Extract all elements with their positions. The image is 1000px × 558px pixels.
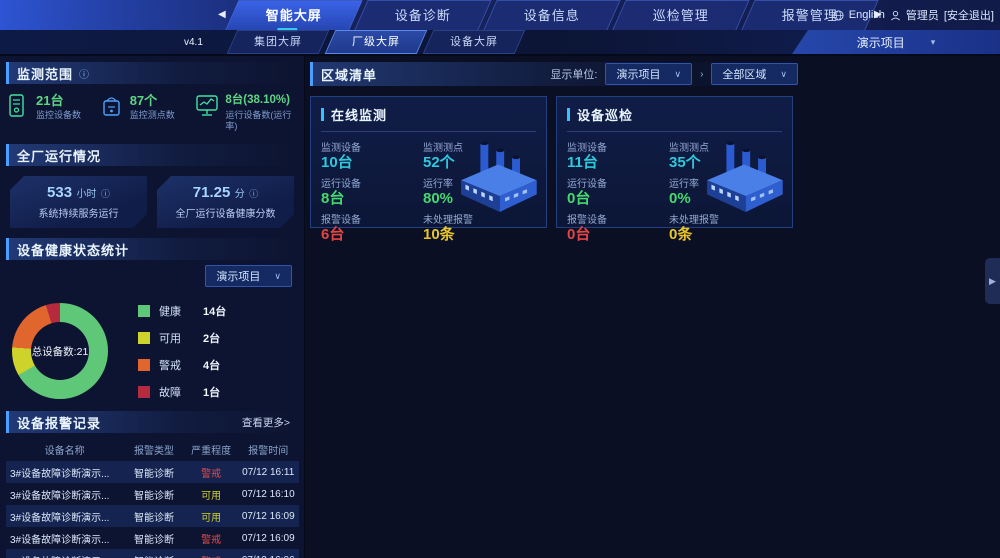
legend-item-warning: 警戒 4台 (138, 357, 226, 373)
globe-icon (833, 9, 844, 21)
metric: 报警设备 6台 (321, 215, 361, 243)
display-unit-label: 显示单位: (550, 69, 598, 81)
region-list-header: 区域清单 显示单位: 演示项目 ∨ › 全部区域 ∨ (310, 62, 798, 86)
info-icon[interactable]: ⓘ (101, 189, 110, 199)
tab-device-info[interactable]: 设备信息 (483, 0, 621, 30)
chevron-down-icon: ▾ (930, 36, 936, 47)
accent-bar (321, 108, 324, 121)
factory-icon (454, 136, 542, 219)
severity-badge: 警戒 (201, 534, 222, 546)
sub-nav-tabs: 集团大屏 厂级大屏 设备大屏 (226, 30, 526, 54)
section-monitor-scope-header: 监测范围 ⓘ (6, 62, 298, 84)
health-legend: 健康 14台 可用 2台 警戒 4台 故障 1台 (138, 303, 226, 400)
table-row[interactable]: 3#设备故障诊断演示... 智能诊断 可用 07/12 16:09 (6, 505, 299, 527)
card-health-score: 71.25 分 ⓘ 全厂运行设备健康分数 (157, 176, 294, 228)
logout-link[interactable]: [安全退出] (944, 7, 994, 23)
info-icon[interactable]: ⓘ (79, 66, 89, 81)
monitor-scope-title: 监测范围 (17, 66, 74, 82)
monitor-scope-stats: 21台 监控设备数 87个 监控测点数 8台(38.10%) 运行设备数(运行率… (0, 84, 304, 138)
left-panel: 监测范围 ⓘ 21台 监控设备数 87个 监控测点数 8台(38.10%) 运行… (0, 56, 305, 558)
terminal-icon (100, 93, 124, 124)
table-row[interactable]: 3#设备故障诊断演示... 智能诊断 警戒 07/12 16:09 (6, 527, 299, 549)
main-content: 区域清单 显示单位: 演示项目 ∨ › 全部区域 ∨ 在线监测 监测设备 10台 … (306, 56, 1000, 558)
accent-bar (567, 108, 570, 121)
alarm-table-header-row: 设备名称 报警类型 严重程度 报警时间 (44, 445, 289, 457)
panel-collapse-handle[interactable]: ▶ (985, 258, 1000, 304)
card-title: 设备巡检 (577, 108, 634, 123)
health-stats-title: 设备健康状态统计 (17, 242, 130, 258)
chevron-down-icon: ∨ (674, 68, 682, 79)
tab-inspection-mgmt[interactable]: 巡检管理 (612, 0, 750, 30)
stat-monitored-points: 87个 监控测点数 (100, 93, 196, 132)
view-more-link[interactable]: 查看更多> (242, 415, 290, 430)
table-row[interactable]: 3#设备故障诊断演示... 智能诊断 警戒 07/12 16:06 (6, 549, 299, 558)
severity-badge: 可用 (201, 490, 222, 502)
metric: 监测设备 10台 (321, 143, 361, 171)
chevron-down-icon: ∨ (780, 68, 787, 79)
card-title: 在线监测 (331, 108, 388, 123)
region-list-title: 区域清单 (321, 67, 378, 83)
metric: 报警设备 0台 (567, 215, 607, 243)
subtab-plant-screen[interactable]: 厂级大屏 (324, 30, 428, 54)
area-select[interactable]: 全部区域 ∨ (711, 63, 798, 85)
metric: 监测设备 11台 (567, 143, 607, 171)
user-area: English 管理员 [安全退出] (833, 0, 994, 30)
table-row[interactable]: 3#设备故障诊断演示... 智能诊断 警戒 07/12 16:11 (6, 461, 299, 483)
alarm-table: 设备名称 报警类型 严重程度 报警时间 3#设备故障诊断演示... 智能诊断 警… (6, 437, 299, 558)
tab-smart-screen[interactable]: 智能大屏 (225, 0, 363, 30)
factory-icon (700, 136, 788, 219)
donut-center-label: 总设备数:21 (31, 345, 89, 358)
user-role[interactable]: 管理员 (906, 7, 939, 23)
subtab-group-screen[interactable]: 集团大屏 (226, 30, 330, 54)
section-plant-status-header: 全厂运行情况 (6, 144, 298, 166)
stat-running-devices: 8台(38.10%) 运行设备数(运行率) (195, 93, 300, 132)
card-online-monitoring[interactable]: 在线监测 监测设备 10台 监测测点 52个 运行设备 8台 运行率 80% 报警设备 6… (310, 96, 547, 243)
language-switch[interactable]: English (849, 9, 885, 21)
card-service-hours: 533 小时 ⓘ 系统持续服务运行 (10, 176, 147, 228)
plant-status-title: 全厂运行情况 (17, 148, 102, 164)
top-header: ◀ 智能大屏 设备诊断 设备信息 巡检管理 报警管理 ▶ English 管理员… (0, 0, 1000, 56)
project-select[interactable]: 演示项目 ∨ (605, 63, 693, 85)
legend-item-usable: 可用 2台 (138, 330, 226, 346)
table-row[interactable]: 3#设备故障诊断演示... 智能诊断 可用 07/12 16:10 (6, 483, 299, 505)
breadcrumb-separator: › (700, 68, 704, 80)
section-alarm-records-header: 设备报警记录 查看更多> (6, 411, 298, 433)
metric: 运行设备 8台 (321, 179, 361, 207)
health-donut-chart: 总设备数:21 健康 14台 可用 2台 警戒 4台 故障 1台 (0, 287, 304, 405)
severity-badge: 可用 (201, 512, 222, 524)
section-health-stats-header: 设备健康状态统计 (6, 238, 298, 260)
monitor-icon (195, 93, 219, 124)
version-label: v4.1 (184, 37, 203, 48)
legend-item-healthy: 健康 14台 (138, 303, 226, 319)
card-device-inspection[interactable]: 设备巡检 监测设备 11台 监测测点 35个 运行设备 0台 运行率 0% 报警设备 0台… (556, 96, 793, 243)
health-project-select[interactable]: 演示项目 ∨ (205, 265, 292, 287)
project-selector[interactable]: 演示项目 ▾ (792, 30, 1000, 54)
severity-badge: 警戒 (201, 468, 222, 480)
nav-prev-arrow[interactable]: ◀ (218, 9, 226, 20)
stat-monitored-devices: 21台 监控设备数 (6, 93, 100, 132)
subtab-device-screen[interactable]: 设备大屏 (422, 30, 526, 54)
info-icon[interactable]: ⓘ (249, 189, 258, 199)
user-icon (890, 10, 901, 21)
plant-status-cards: 533 小时 ⓘ 系统持续服务运行 71.25 分 ⓘ 全厂运行设备健康分数 (0, 166, 304, 232)
legend-item-fault: 故障 1台 (138, 384, 226, 400)
severity-badge: 警戒 (185, 549, 238, 558)
main-nav-tabs: 智能大屏 设备诊断 设备信息 巡检管理 报警管理 (225, 0, 879, 30)
cabinet-icon (6, 93, 30, 124)
chevron-down-icon: ∨ (274, 270, 281, 281)
metric: 运行设备 0台 (567, 179, 607, 207)
tab-device-diagnosis[interactable]: 设备诊断 (354, 0, 492, 30)
alarm-records-title: 设备报警记录 (17, 415, 102, 431)
health-donut: 总设备数:21 (12, 303, 108, 399)
